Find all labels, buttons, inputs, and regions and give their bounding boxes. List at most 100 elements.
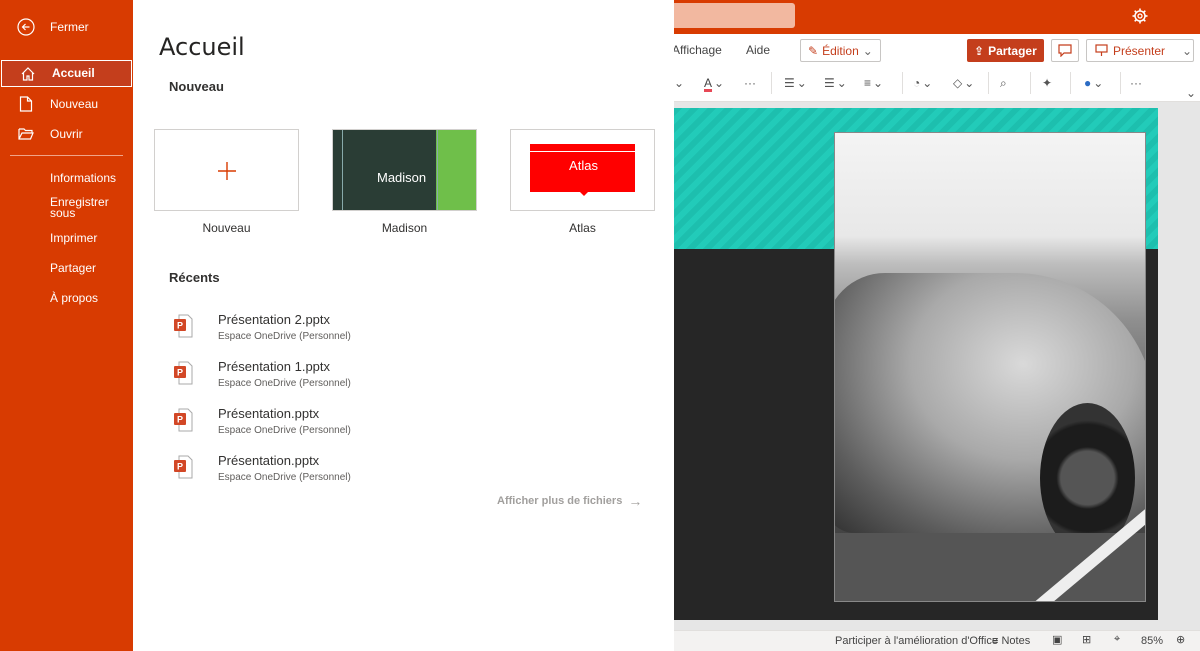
share-icon: ⇪ xyxy=(974,43,985,58)
more-options-icon[interactable]: ··· xyxy=(744,74,756,92)
align-text-icon[interactable]: ≡ ⌄ xyxy=(864,74,883,92)
chevron-down-icon[interactable]: ⌄ xyxy=(1182,44,1192,58)
nav-link-label: À propos xyxy=(50,290,99,305)
notes-label: Notes xyxy=(1001,635,1031,647)
close-label: Fermer xyxy=(50,19,89,34)
nav-item-accueil[interactable]: Accueil xyxy=(1,60,132,87)
reading-view-icon[interactable]: ⌖ xyxy=(1114,633,1120,646)
present-button[interactable]: Présenter ⌄ xyxy=(1086,39,1194,62)
notes-button[interactable]: ≡ Notes xyxy=(992,635,1030,647)
share-button[interactable]: ⇪ Partager xyxy=(967,39,1044,62)
template-label[interactable]: Atlas xyxy=(510,221,655,235)
highlight-chevron-icon[interactable]: ⌄ xyxy=(674,74,684,92)
template-preview-text: Atlas xyxy=(569,158,598,173)
edition-mode-button[interactable]: ✎ Édition ⌄ xyxy=(800,39,881,62)
show-more-files-link[interactable]: Afficher plus de fichiers → xyxy=(497,493,642,509)
recent-file-item[interactable]: P Présentation 2.pptx Espace OneDrive (P… xyxy=(173,310,593,350)
recent-file-location: Espace OneDrive (Personnel) xyxy=(218,331,351,342)
status-bar: Participer à l'amélioration d'Office ≡ N… xyxy=(674,630,1200,651)
more-files-label: Afficher plus de fichiers xyxy=(497,495,623,507)
nav-link-label: Partager xyxy=(50,260,97,275)
fit-to-window-icon[interactable]: ⊕ xyxy=(1176,633,1185,646)
page-title: Accueil xyxy=(159,33,245,61)
nav-item-ouvrir[interactable]: Ouvrir xyxy=(0,122,133,146)
nav-link-a-propos[interactable]: À propos xyxy=(0,286,133,310)
template-atlas[interactable]: Atlas xyxy=(510,129,655,211)
nav-link-imprimer[interactable]: Imprimer xyxy=(0,226,133,250)
new-section-title: Nouveau xyxy=(169,79,224,94)
nav-item-nouveau[interactable]: Nouveau xyxy=(0,92,133,116)
nav-link-enregistrer-sous[interactable]: Enregistrer sous xyxy=(0,194,133,222)
feedback-link[interactable]: Participer à l'amélioration d'Office xyxy=(835,635,998,647)
toolbar-divider xyxy=(1070,72,1071,94)
recent-file-name: Présentation 2.pptx xyxy=(218,312,331,327)
toolbar-divider xyxy=(1120,72,1121,94)
template-preview-text: Madison xyxy=(377,170,427,185)
toolbar-divider xyxy=(1030,72,1031,94)
template-madison[interactable]: Madison xyxy=(332,129,477,211)
recent-file-location: Espace OneDrive (Personnel) xyxy=(218,472,351,483)
nav-link-label: Enregistrer sous xyxy=(50,195,109,220)
fill-color-icon[interactable]: ◇ ⌄ xyxy=(953,74,974,92)
more-options-icon[interactable]: ··· xyxy=(1130,74,1142,92)
template-decoration xyxy=(342,130,343,210)
powerpoint-file-icon: P xyxy=(174,314,193,338)
designer-wand-icon[interactable]: ✦ xyxy=(1042,74,1052,92)
new-document-icon xyxy=(17,95,35,113)
recent-file-location: Espace OneDrive (Personnel) xyxy=(218,378,351,389)
toolbar-divider xyxy=(771,72,772,94)
comment-icon xyxy=(1058,44,1072,57)
pencil-icon: ✎ xyxy=(808,43,819,58)
nav-item-label: Nouveau xyxy=(50,96,99,111)
shapes-icon[interactable]: ◔ ⌄ xyxy=(913,74,932,92)
comments-button[interactable] xyxy=(1051,39,1079,62)
slide[interactable] xyxy=(674,108,1158,620)
presentation-icon xyxy=(1095,44,1108,56)
bullet-list-icon[interactable]: ☰ ⌄ xyxy=(784,74,807,92)
normal-view-icon[interactable]: ▣ xyxy=(1052,633,1062,646)
home-icon xyxy=(19,65,37,83)
nav-item-label: Ouvrir xyxy=(50,126,83,141)
present-label: Présenter xyxy=(1113,43,1166,58)
arrow-right-icon: → xyxy=(628,493,643,509)
recent-file-item[interactable]: P Présentation.pptx Espace OneDrive (Per… xyxy=(173,404,593,444)
settings-gear-icon[interactable] xyxy=(1131,7,1149,25)
slide-car-photo[interactable] xyxy=(834,132,1146,602)
plus-icon xyxy=(218,162,236,180)
nav-link-label: Imprimer xyxy=(50,230,98,245)
backstage-main-panel: Accueil Nouveau Nouveau Madison Madison … xyxy=(133,0,674,651)
svg-text:P: P xyxy=(177,462,183,472)
share-label: Partager xyxy=(988,43,1037,58)
svg-text:P: P xyxy=(177,415,183,425)
template-label[interactable]: Nouveau xyxy=(154,221,299,235)
powerpoint-file-icon: P xyxy=(174,455,193,479)
chevron-down-icon: ⌄ xyxy=(862,43,873,58)
recent-section-title: Récents xyxy=(169,270,220,285)
font-color-icon[interactable]: A ⌄ xyxy=(704,74,724,92)
expand-ribbon-icon[interactable]: ⌄ xyxy=(1186,84,1196,102)
slide-sorter-icon[interactable]: ⊞ xyxy=(1082,633,1091,646)
tab-aide[interactable]: Aide xyxy=(746,43,770,57)
tab-affichage[interactable]: Affichage xyxy=(672,43,722,57)
recent-file-name: Présentation.pptx xyxy=(218,406,320,421)
edition-label: Édition xyxy=(822,43,859,58)
nav-link-label: Informations xyxy=(50,170,117,185)
recent-file-name: Présentation.pptx xyxy=(218,453,320,468)
template-decoration xyxy=(437,130,438,210)
find-icon[interactable]: ⌕ xyxy=(1000,74,1007,92)
template-label[interactable]: Madison xyxy=(332,221,477,235)
nav-divider xyxy=(10,155,123,156)
nav-link-partager[interactable]: Partager xyxy=(0,256,133,280)
recent-file-item[interactable]: P Présentation.pptx Espace OneDrive (Per… xyxy=(173,451,593,491)
recent-file-item[interactable]: P Présentation 1.pptx Espace OneDrive (P… xyxy=(173,357,593,397)
recent-file-name: Présentation 1.pptx xyxy=(218,359,331,374)
dictate-microphone-icon[interactable]: ● ⌄ xyxy=(1084,74,1103,92)
zoom-level[interactable]: 85% xyxy=(1141,635,1163,647)
close-backstage-button[interactable]: Fermer xyxy=(0,15,133,39)
numbered-list-icon[interactable]: ☰ ⌄ xyxy=(824,74,847,92)
nav-item-label: Accueil xyxy=(52,66,95,80)
powerpoint-file-icon: P xyxy=(174,361,193,385)
template-blank[interactable] xyxy=(154,129,299,211)
recent-file-location: Espace OneDrive (Personnel) xyxy=(218,425,351,436)
nav-link-informations[interactable]: Informations xyxy=(0,166,133,190)
